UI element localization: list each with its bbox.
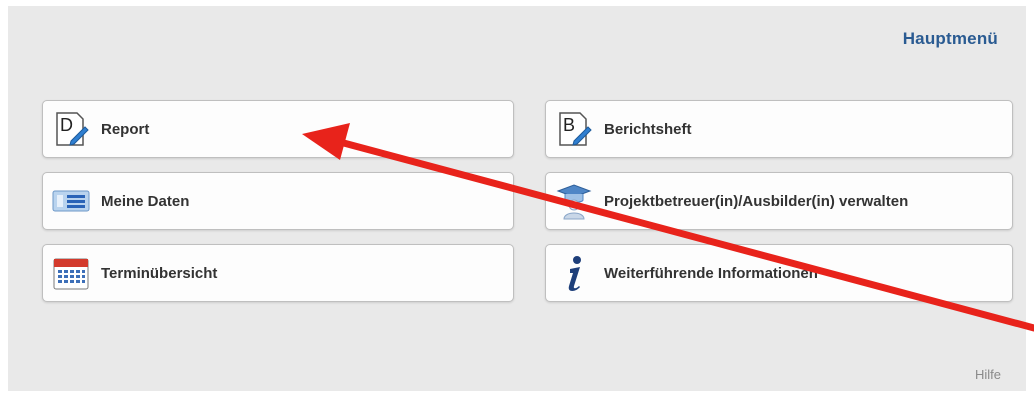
further-information-label: Weiterführende Informationen — [604, 264, 818, 282]
manage-supervisors-label: Projektbetreuer(in)/Ausbilder(in) verwal… — [604, 192, 909, 210]
report-d-icon: D — [51, 109, 91, 149]
manage-supervisors-button[interactable]: Projektbetreuer(in)/Ausbilder(in) verwal… — [545, 172, 1013, 230]
my-data-icon — [51, 181, 91, 221]
svg-text:B: B — [563, 115, 575, 135]
svg-text:D: D — [60, 115, 73, 135]
page-title: Hauptmenü — [902, 29, 998, 48]
schedule-overview-label: Terminübersicht — [101, 264, 218, 282]
my-data-button[interactable]: Meine Daten — [42, 172, 514, 230]
report-book-label: Berichtsheft — [604, 120, 692, 138]
schedule-overview-button[interactable]: Terminübersicht — [42, 244, 514, 302]
screen: Hauptmenü D Report Meine Daten Terminübe… — [0, 0, 1034, 401]
further-information-button[interactable]: Weiterführende Informationen — [545, 244, 1013, 302]
main-panel: Hauptmenü D Report Meine Daten Terminübe… — [8, 6, 1026, 391]
info-icon — [554, 253, 594, 293]
my-data-label: Meine Daten — [101, 192, 190, 210]
help-link[interactable]: Hilfe — [975, 367, 1001, 382]
report-book-button[interactable]: B Berichtsheft — [545, 100, 1013, 158]
calendar-icon — [51, 253, 91, 293]
report-button[interactable]: D Report — [42, 100, 514, 158]
report-label: Report — [101, 120, 150, 138]
graduate-icon — [554, 181, 594, 221]
report-b-icon: B — [554, 109, 594, 149]
